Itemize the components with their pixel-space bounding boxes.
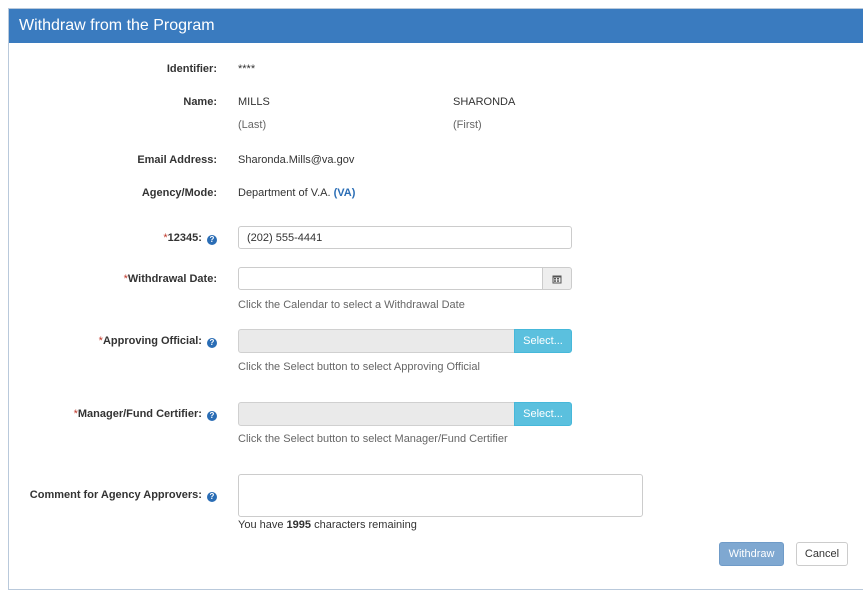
email-value: Sharonda.Mills@va.gov: [238, 154, 355, 166]
question-circle-icon[interactable]: ?: [207, 235, 217, 245]
comment-textarea[interactable]: [238, 474, 643, 517]
withdrawal-date-hint: Click the Calendar to select a Withdrawa…: [238, 299, 465, 311]
approving-official-label: *Approving Official: ?: [99, 335, 217, 348]
calendar-icon: [552, 275, 562, 284]
manager-hint: Click the Select button to select Manage…: [238, 433, 508, 445]
identifier-value: ****: [238, 63, 256, 75]
withdraw-button[interactable]: Withdraw: [719, 542, 784, 566]
calendar-button[interactable]: [542, 267, 572, 290]
cancel-button[interactable]: Cancel: [796, 542, 848, 566]
manager-input: [238, 402, 515, 426]
last-name-caption: (Last): [238, 119, 267, 131]
question-circle-icon[interactable]: ?: [207, 492, 217, 502]
manager-select-button[interactable]: Select...: [514, 402, 572, 426]
question-circle-icon[interactable]: ?: [207, 338, 217, 348]
comment-label: Comment for Agency Approvers: ?: [30, 489, 217, 502]
name-label: Name:: [183, 96, 217, 108]
identifier-label: Identifier:: [166, 63, 217, 75]
first-name-value: SHARONDA: [453, 96, 516, 108]
question-circle-icon[interactable]: ?: [207, 411, 217, 421]
phone-input[interactable]: [238, 226, 572, 249]
dialog-title: Withdraw from the Program: [9, 9, 863, 43]
last-name-value: MILLS: [238, 96, 270, 108]
first-name-caption: (First): [453, 119, 482, 131]
approving-official-hint: Click the Select button to select Approv…: [238, 361, 480, 373]
email-label: Email Address:: [137, 154, 217, 166]
phone-label: *12345: ?: [163, 232, 217, 245]
agency-label: Agency/Mode:: [141, 187, 217, 199]
agency-name: Department of V.A.: [238, 187, 331, 199]
approving-official-input: [238, 329, 515, 353]
character-counter: You have 1995 characters remaining: [238, 519, 417, 531]
agency-value: Department of V.A. (VA): [238, 187, 355, 199]
withdrawal-date-label: *Withdrawal Date:: [123, 273, 217, 285]
manager-label: *Manager/Fund Certifier: ?: [74, 408, 217, 421]
withdraw-dialog: Withdraw from the Program Identifier: **…: [8, 8, 863, 590]
withdrawal-date-input[interactable]: [238, 267, 543, 290]
agency-code-link[interactable]: (VA): [334, 187, 356, 199]
approving-official-select-button[interactable]: Select...: [514, 329, 572, 353]
